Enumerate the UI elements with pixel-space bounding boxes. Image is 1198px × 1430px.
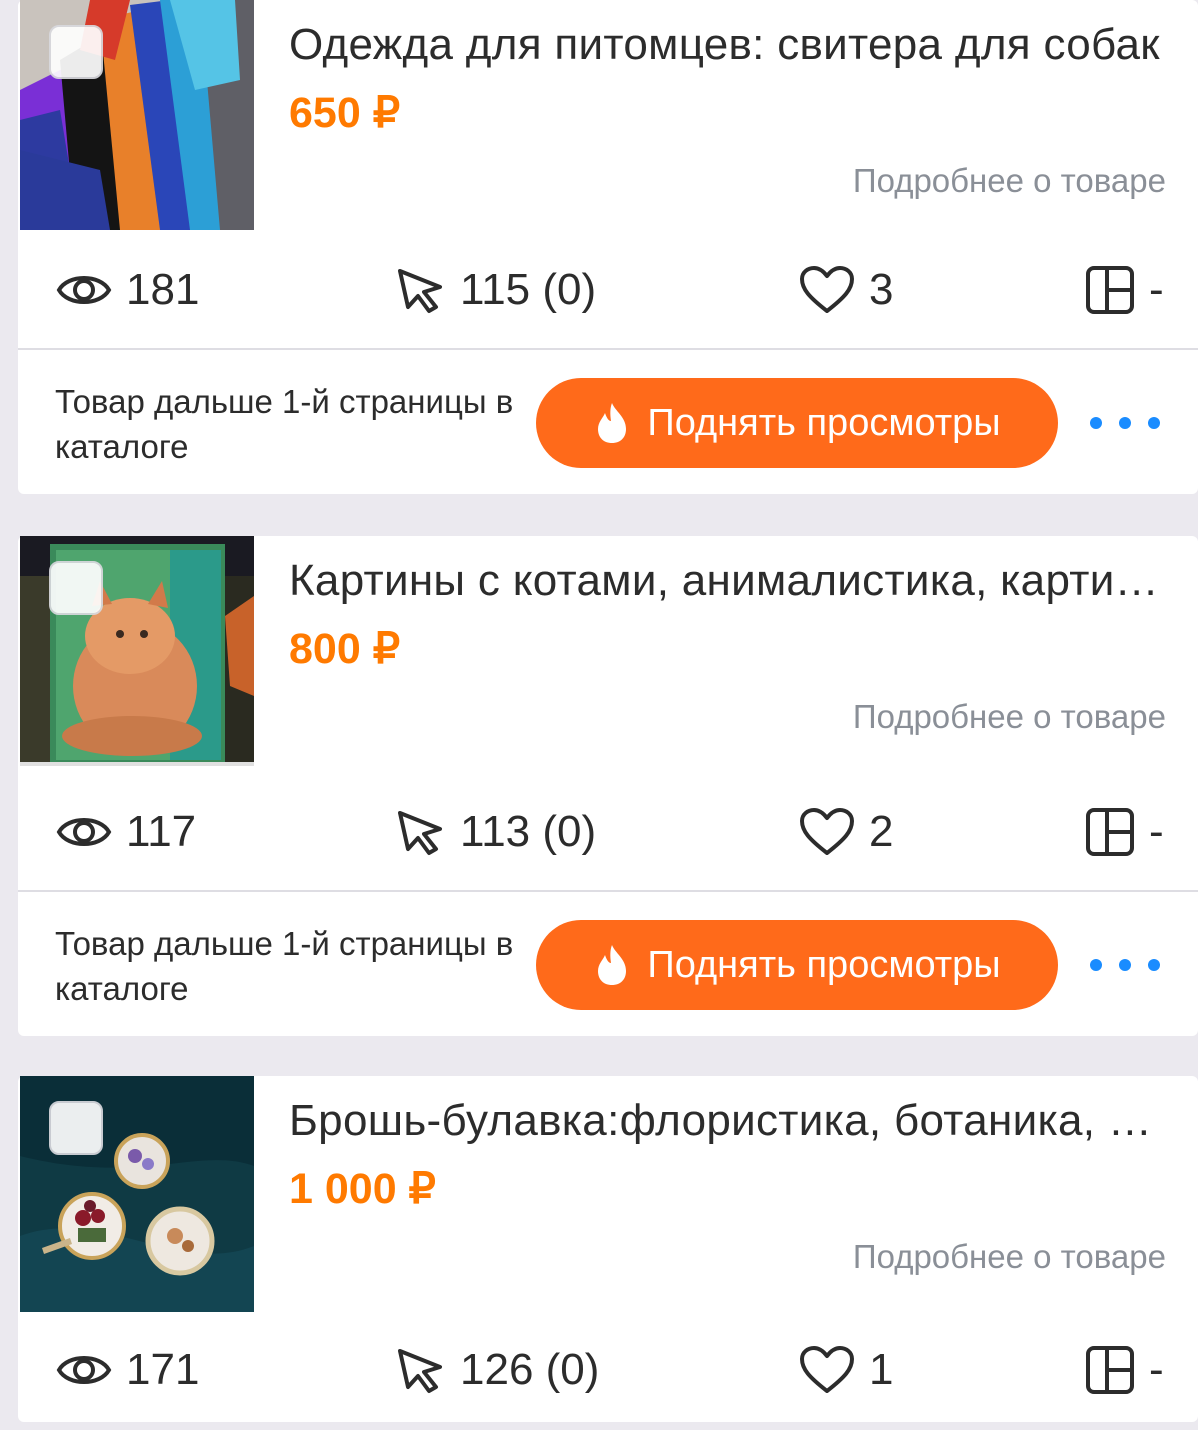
eye-icon — [56, 1356, 112, 1384]
clicks-stat: 115 (0) — [396, 262, 596, 318]
product-image[interactable] — [20, 0, 254, 230]
clicks-count: 113 (0) — [460, 807, 597, 856]
fire-icon — [598, 945, 627, 985]
stats-row: 117 113 (0) 2 - — [18, 772, 1198, 892]
layout-value: - — [1149, 807, 1164, 856]
more-options-button[interactable] — [1090, 410, 1160, 436]
layout-value: - — [1149, 265, 1164, 314]
stats-row: 181 115 (0) 3 - — [18, 230, 1198, 350]
product-image[interactable] — [20, 536, 254, 766]
views-count: 171 — [126, 1345, 200, 1394]
details-link[interactable]: Подробнее о товаре — [853, 162, 1166, 200]
layout-grid-icon — [1086, 266, 1134, 314]
select-checkbox[interactable] — [49, 1101, 103, 1155]
select-checkbox[interactable] — [49, 561, 103, 615]
likes-stat: 2 — [799, 804, 893, 860]
cursor-icon — [398, 1349, 442, 1393]
boost-views-label: Поднять просмотры — [647, 401, 1001, 444]
views-stat: 117 — [56, 804, 196, 860]
listing-price: 650 ₽ — [289, 89, 401, 137]
likes-stat: 3 — [799, 262, 893, 318]
layout-stat: - — [1085, 1342, 1164, 1398]
layout-stat: - — [1085, 804, 1164, 860]
clicks-count: 115 (0) — [460, 265, 597, 314]
heart-icon — [800, 1346, 854, 1393]
likes-count: 2 — [869, 807, 894, 856]
eye-icon — [56, 818, 112, 846]
stats-row: 171 126 (0) 1 - — [18, 1312, 1198, 1430]
views-stat: 181 — [56, 262, 199, 318]
likes-count: 3 — [869, 265, 894, 314]
listing-card: Картины с котами, анималистика, картины … — [18, 536, 1198, 1036]
listing-card: Одежда для питомцев: свитера для собак 6… — [18, 0, 1198, 494]
product-image[interactable] — [20, 1076, 254, 1312]
listing-title[interactable]: Одежда для питомцев: свитера для собак — [289, 20, 1169, 70]
fire-icon — [598, 403, 627, 443]
likes-stat: 1 — [799, 1342, 893, 1398]
promo-row: Товар дальше 1-й страницы в каталоге Под… — [18, 350, 1198, 494]
listing-title[interactable]: Картины с котами, анималистика, картины … — [289, 556, 1169, 606]
clicks-count: 126 (0) — [460, 1345, 600, 1394]
promo-text: Товар дальше 1-й страницы в каталоге — [55, 925, 514, 1007]
boost-views-button[interactable]: Поднять просмотры — [536, 378, 1058, 468]
boost-views-button[interactable]: Поднять просмотры — [536, 920, 1058, 1010]
listing-title[interactable]: Брошь-булавка:флористика, ботаника, выши… — [289, 1096, 1169, 1146]
more-dots-icon — [1090, 417, 1102, 429]
clicks-stat: 126 (0) — [396, 1342, 599, 1398]
heart-icon — [800, 808, 854, 855]
select-checkbox[interactable] — [49, 25, 103, 79]
views-count: 181 — [126, 265, 200, 314]
more-options-button[interactable] — [1090, 952, 1160, 978]
views-stat: 171 — [56, 1342, 199, 1398]
layout-value: - — [1149, 1345, 1164, 1394]
cursor-icon — [398, 269, 442, 313]
cursor-icon — [398, 811, 442, 855]
likes-count: 1 — [869, 1345, 894, 1394]
heart-icon — [800, 266, 854, 313]
eye-icon — [56, 276, 112, 304]
views-count: 117 — [126, 807, 197, 856]
promo-text: Товар дальше 1-й страницы в каталоге — [55, 383, 514, 465]
listing-card: Брошь-булавка:флористика, ботаника, выши… — [18, 1076, 1198, 1422]
layout-stat: - — [1085, 262, 1164, 318]
details-link[interactable]: Подробнее о товаре — [853, 1238, 1166, 1276]
listing-price: 800 ₽ — [289, 625, 401, 673]
layout-grid-icon — [1086, 808, 1134, 856]
promo-row: Товар дальше 1-й страницы в каталоге Под… — [18, 892, 1198, 1036]
listing-price: 1 000 ₽ — [289, 1165, 436, 1213]
clicks-stat: 113 (0) — [396, 804, 596, 860]
more-dots-icon — [1090, 959, 1102, 971]
details-link[interactable]: Подробнее о товаре — [853, 698, 1166, 736]
layout-grid-icon — [1086, 1346, 1134, 1394]
boost-views-label: Поднять просмотры — [647, 943, 1001, 986]
